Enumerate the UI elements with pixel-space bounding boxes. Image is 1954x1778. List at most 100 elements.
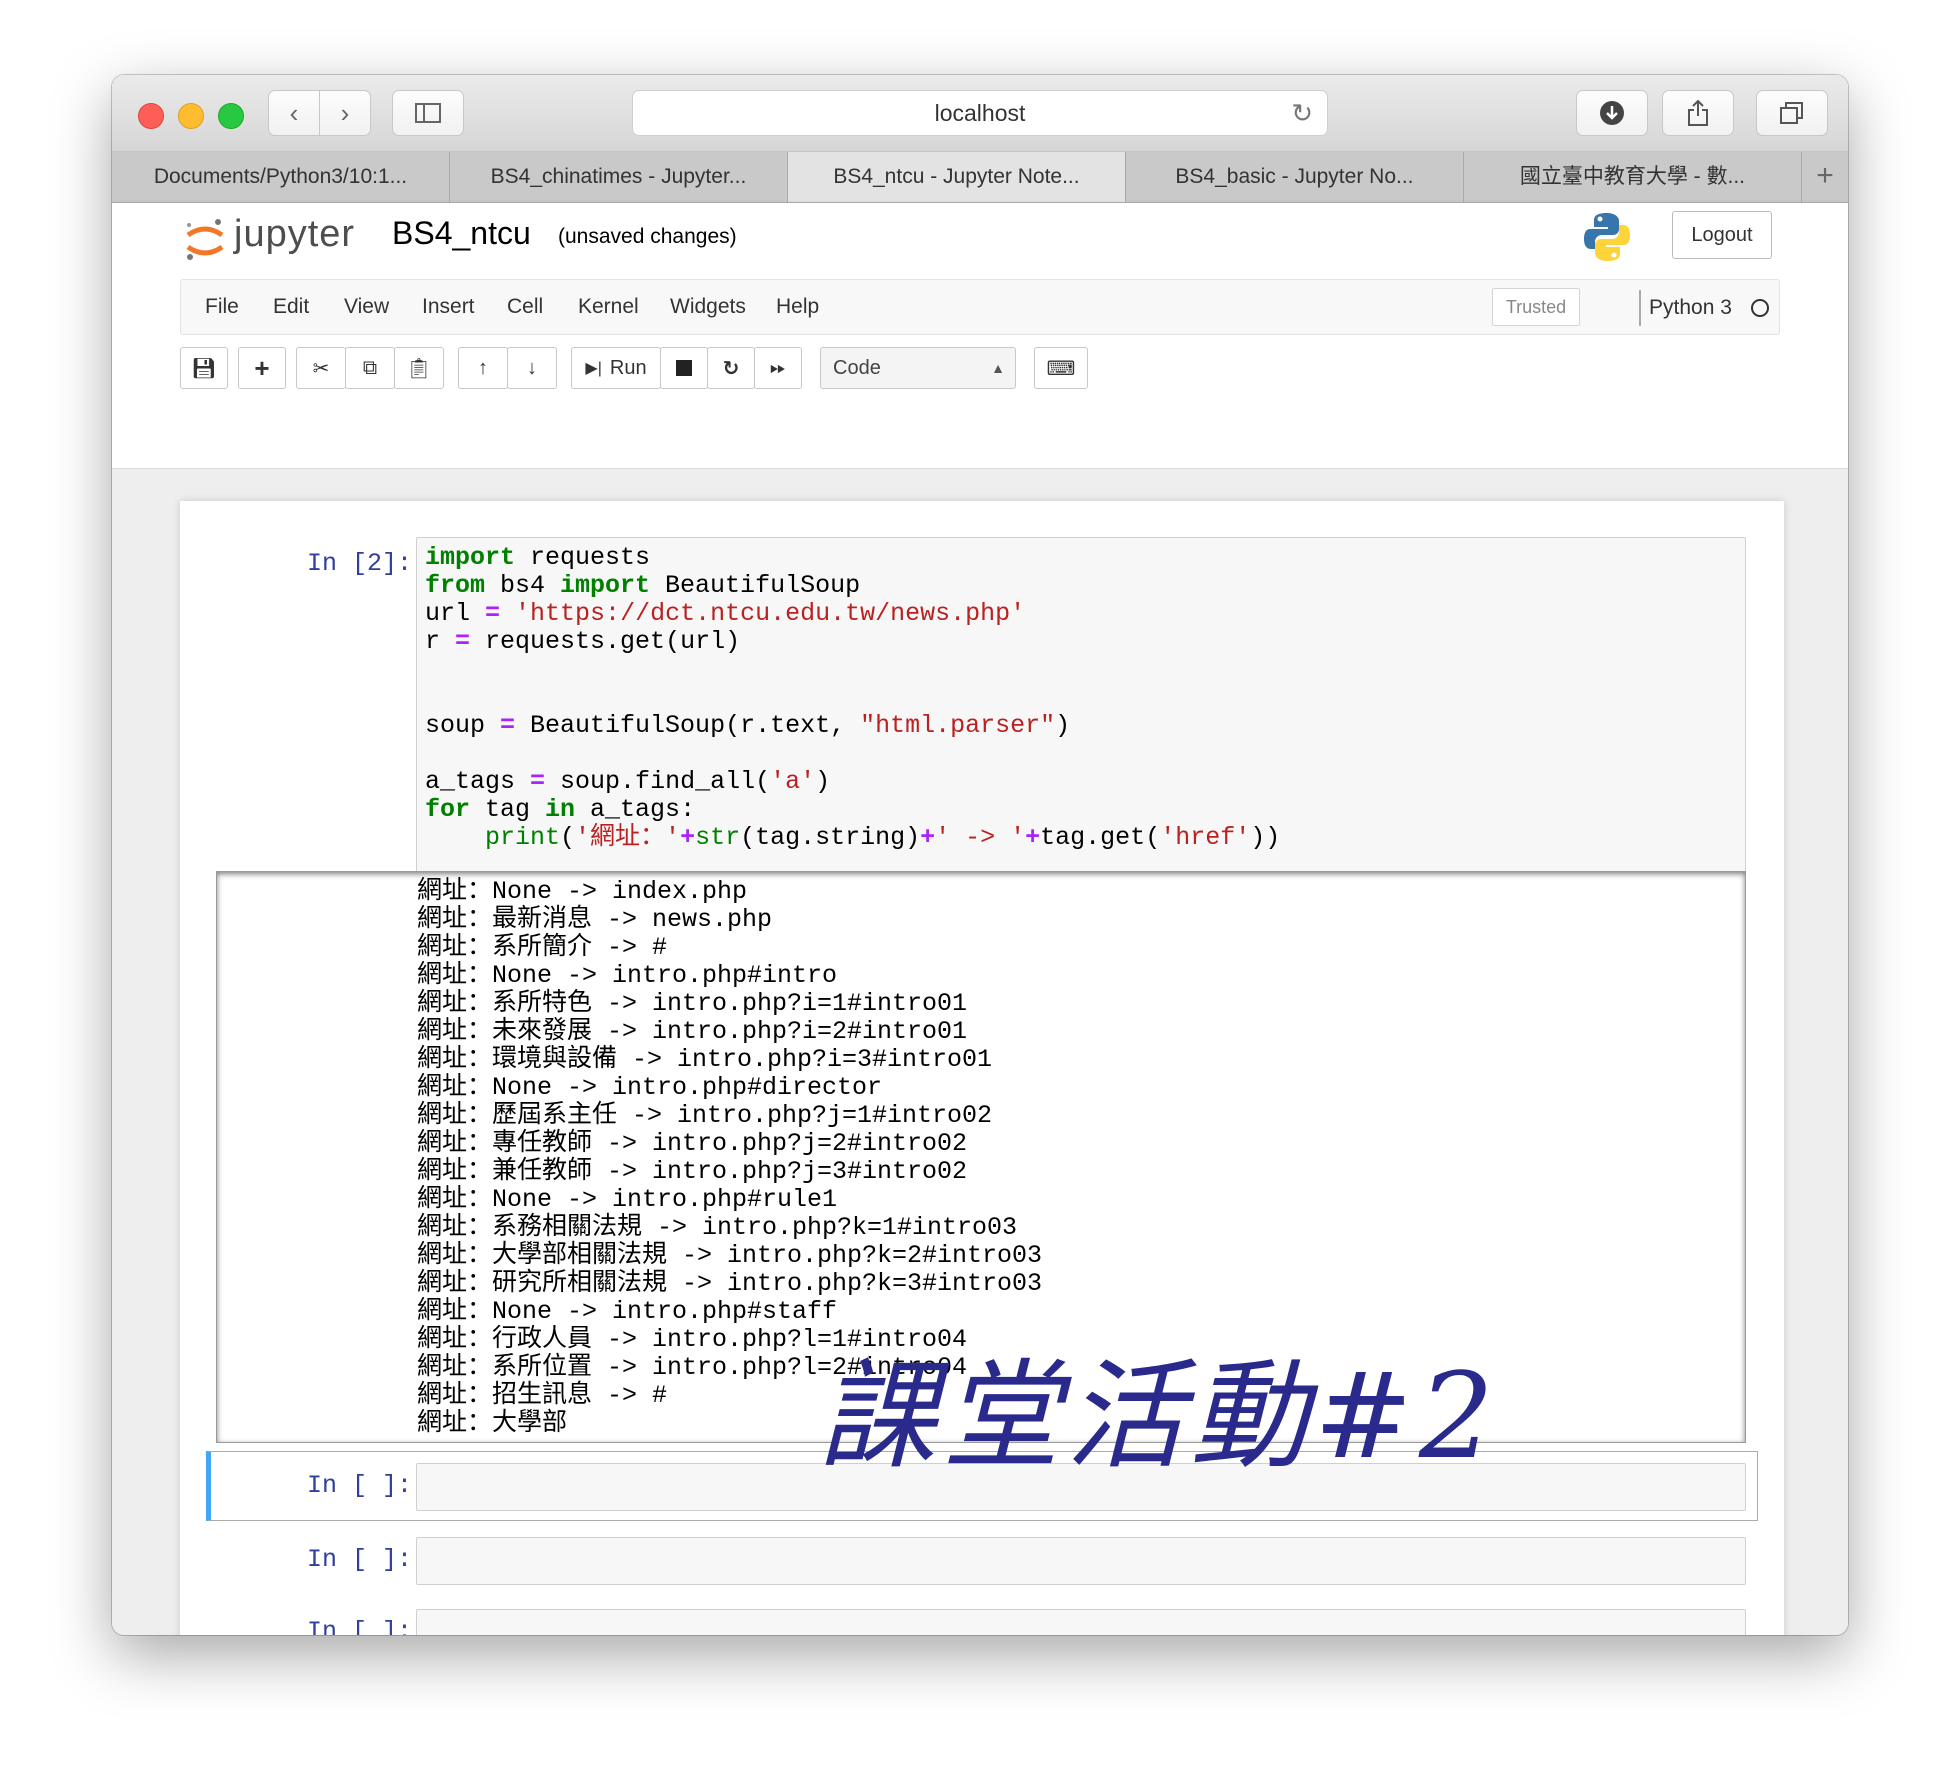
code-token: =	[485, 599, 501, 628]
code-line: soup = BeautifulSoup(r.text, "html.parse…	[425, 712, 1737, 740]
code-token: r	[425, 627, 456, 656]
code-token: bs4	[485, 571, 561, 600]
zoom-window-button[interactable]	[218, 103, 244, 129]
move-up-button[interactable]: ↑	[458, 347, 508, 389]
chevron-right-icon: ›	[340, 97, 350, 128]
menu-widgets[interactable]: Widgets	[670, 280, 746, 334]
restart-run-all-button[interactable]: ⏩︎	[754, 347, 802, 389]
insert-cell-button[interactable]: +	[238, 347, 286, 389]
browser-tab[interactable]: BS4_chinatimes - Jupyter...	[450, 152, 788, 202]
code-token: import	[560, 571, 651, 600]
kernel-name[interactable]: Python 3	[1649, 280, 1732, 336]
forward-button[interactable]: ›	[319, 90, 371, 136]
step-forward-icon: ▶︎|	[585, 360, 602, 377]
browser-tab[interactable]: 國立臺中教育大學 - 數...	[1464, 152, 1802, 202]
code-token: a_tags	[425, 767, 531, 796]
fast-forward-icon: ⏩︎	[770, 356, 786, 379]
kernel-separator	[1639, 290, 1641, 326]
paste-icon: 📋︎	[406, 357, 432, 380]
code-token: BeautifulSoup(r.text,	[515, 711, 861, 740]
close-window-button[interactable]	[138, 103, 164, 129]
cell-prompt: In [ ]:	[306, 1617, 412, 1635]
output-line: 網址：環境與設備 -> intro.php?i=3#intro01	[417, 1045, 993, 1074]
cell-prompt: In [2]:	[306, 549, 412, 578]
cell-type-select[interactable]: Code ▲	[820, 347, 1016, 389]
browser-tab[interactable]: Documents/Python3/10:1...	[112, 152, 450, 202]
code-input-empty[interactable]	[416, 1537, 1746, 1585]
run-button[interactable]: ▶︎| Run	[571, 347, 661, 389]
restart-icon: ↻	[722, 357, 740, 380]
logout-button[interactable]: Logout	[1672, 211, 1772, 259]
menu-cell[interactable]: Cell	[507, 280, 543, 334]
sidebar-button[interactable]	[392, 90, 464, 136]
menu-file[interactable]: File	[205, 280, 239, 334]
code-token: for	[425, 795, 471, 824]
reload-icon[interactable]: ↻	[1291, 91, 1313, 135]
code-token: in	[545, 795, 576, 824]
arrow-down-icon: ↓	[527, 356, 537, 379]
download-icon	[1600, 101, 1624, 125]
menu-kernel[interactable]: Kernel	[578, 280, 639, 334]
code-token: '網址：'	[575, 823, 681, 852]
move-down-button[interactable]: ↓	[507, 347, 557, 389]
code-token: "html.parser"	[860, 711, 1056, 740]
interrupt-button[interactable]	[660, 347, 708, 389]
address-bar[interactable]: localhost ↻	[632, 90, 1328, 136]
chevron-left-icon: ‹	[289, 97, 299, 128]
save-status: (unsaved changes)	[558, 225, 737, 248]
code-token: url	[425, 599, 486, 628]
code-token: print	[485, 823, 561, 852]
code-line: import requests	[425, 544, 1737, 572]
code-token: )	[815, 767, 831, 796]
copy-button[interactable]: ⧉	[345, 347, 395, 389]
browser-tab[interactable]: BS4_basic - Jupyter No...	[1126, 152, 1464, 202]
cell-prompt: In [ ]:	[306, 1545, 412, 1574]
output-line: 網址：系務相關法規 -> intro.php?k=1#intro03	[417, 1213, 1018, 1242]
run-label: Run	[609, 356, 647, 379]
output-line: 網址：大學部相關法規 -> intro.php?k=2#intro03	[417, 1241, 1043, 1270]
menu-bar: File Edit View Insert Cell Kernel Widget…	[180, 279, 1780, 335]
code-token: soup.find_all(	[545, 767, 771, 796]
cut-button[interactable]: ✂	[296, 347, 346, 389]
downloads-button[interactable]	[1576, 90, 1648, 136]
share-button[interactable]	[1662, 90, 1734, 136]
menu-help[interactable]: Help	[776, 280, 819, 334]
restart-button[interactable]: ↻	[707, 347, 755, 389]
paste-button[interactable]: 📋︎	[394, 347, 444, 389]
code-token: (	[560, 823, 576, 852]
tabs-overview-icon	[1780, 102, 1803, 124]
menu-insert[interactable]: Insert	[422, 280, 475, 334]
trusted-indicator[interactable]: Trusted	[1492, 288, 1580, 326]
code-token: +	[1025, 823, 1041, 852]
menu-edit[interactable]: Edit	[273, 280, 309, 334]
command-palette-button[interactable]: ⌨	[1034, 347, 1088, 389]
code-line: from bs4 import BeautifulSoup	[425, 572, 1737, 600]
code-token: BeautifulSoup	[650, 571, 861, 600]
code-input-empty[interactable]	[416, 1609, 1746, 1635]
output-line: 網址：專任教師 -> intro.php?j=2#intro02	[417, 1129, 968, 1158]
new-tab-button[interactable]: +	[1802, 152, 1848, 202]
output-line: 網址：最新消息 -> news.php	[417, 905, 773, 934]
save-icon: 💾︎	[191, 357, 217, 380]
show-tabs-button[interactable]	[1756, 90, 1828, 136]
arrow-up-icon: ↑	[478, 356, 488, 379]
browser-tab-active[interactable]: BS4_ntcu - Jupyter Note...	[787, 152, 1126, 202]
output-line: 網址：歷屆系主任 -> intro.php?j=1#intro02	[417, 1101, 993, 1130]
cell-prompt: In [ ]:	[306, 1471, 412, 1500]
output-line: 網址：兼任教師 -> intro.php?j=3#intro02	[417, 1157, 968, 1186]
jupyter-logo-text[interactable]: jupyter	[234, 213, 355, 256]
output-line: 網址：None -> index.php	[417, 877, 748, 906]
save-button[interactable]: 💾︎	[180, 347, 228, 389]
back-button[interactable]: ‹	[268, 90, 320, 136]
output-line: 網址：研究所相關法規 -> intro.php?k=3#intro03	[417, 1269, 1043, 1298]
menu-view[interactable]: View	[344, 280, 389, 334]
notebook-name[interactable]: BS4_ntcu	[392, 215, 531, 252]
code-line: url = 'https://dct.ntcu.edu.tw/news.php'	[425, 600, 1737, 628]
jupyter-logo-icon	[186, 219, 224, 260]
code-input[interactable]: import requests from bs4 import Beautiful…	[416, 537, 1746, 873]
minimize-window-button[interactable]	[178, 103, 204, 129]
code-token: str	[695, 823, 741, 852]
scissors-icon: ✂	[312, 357, 330, 380]
